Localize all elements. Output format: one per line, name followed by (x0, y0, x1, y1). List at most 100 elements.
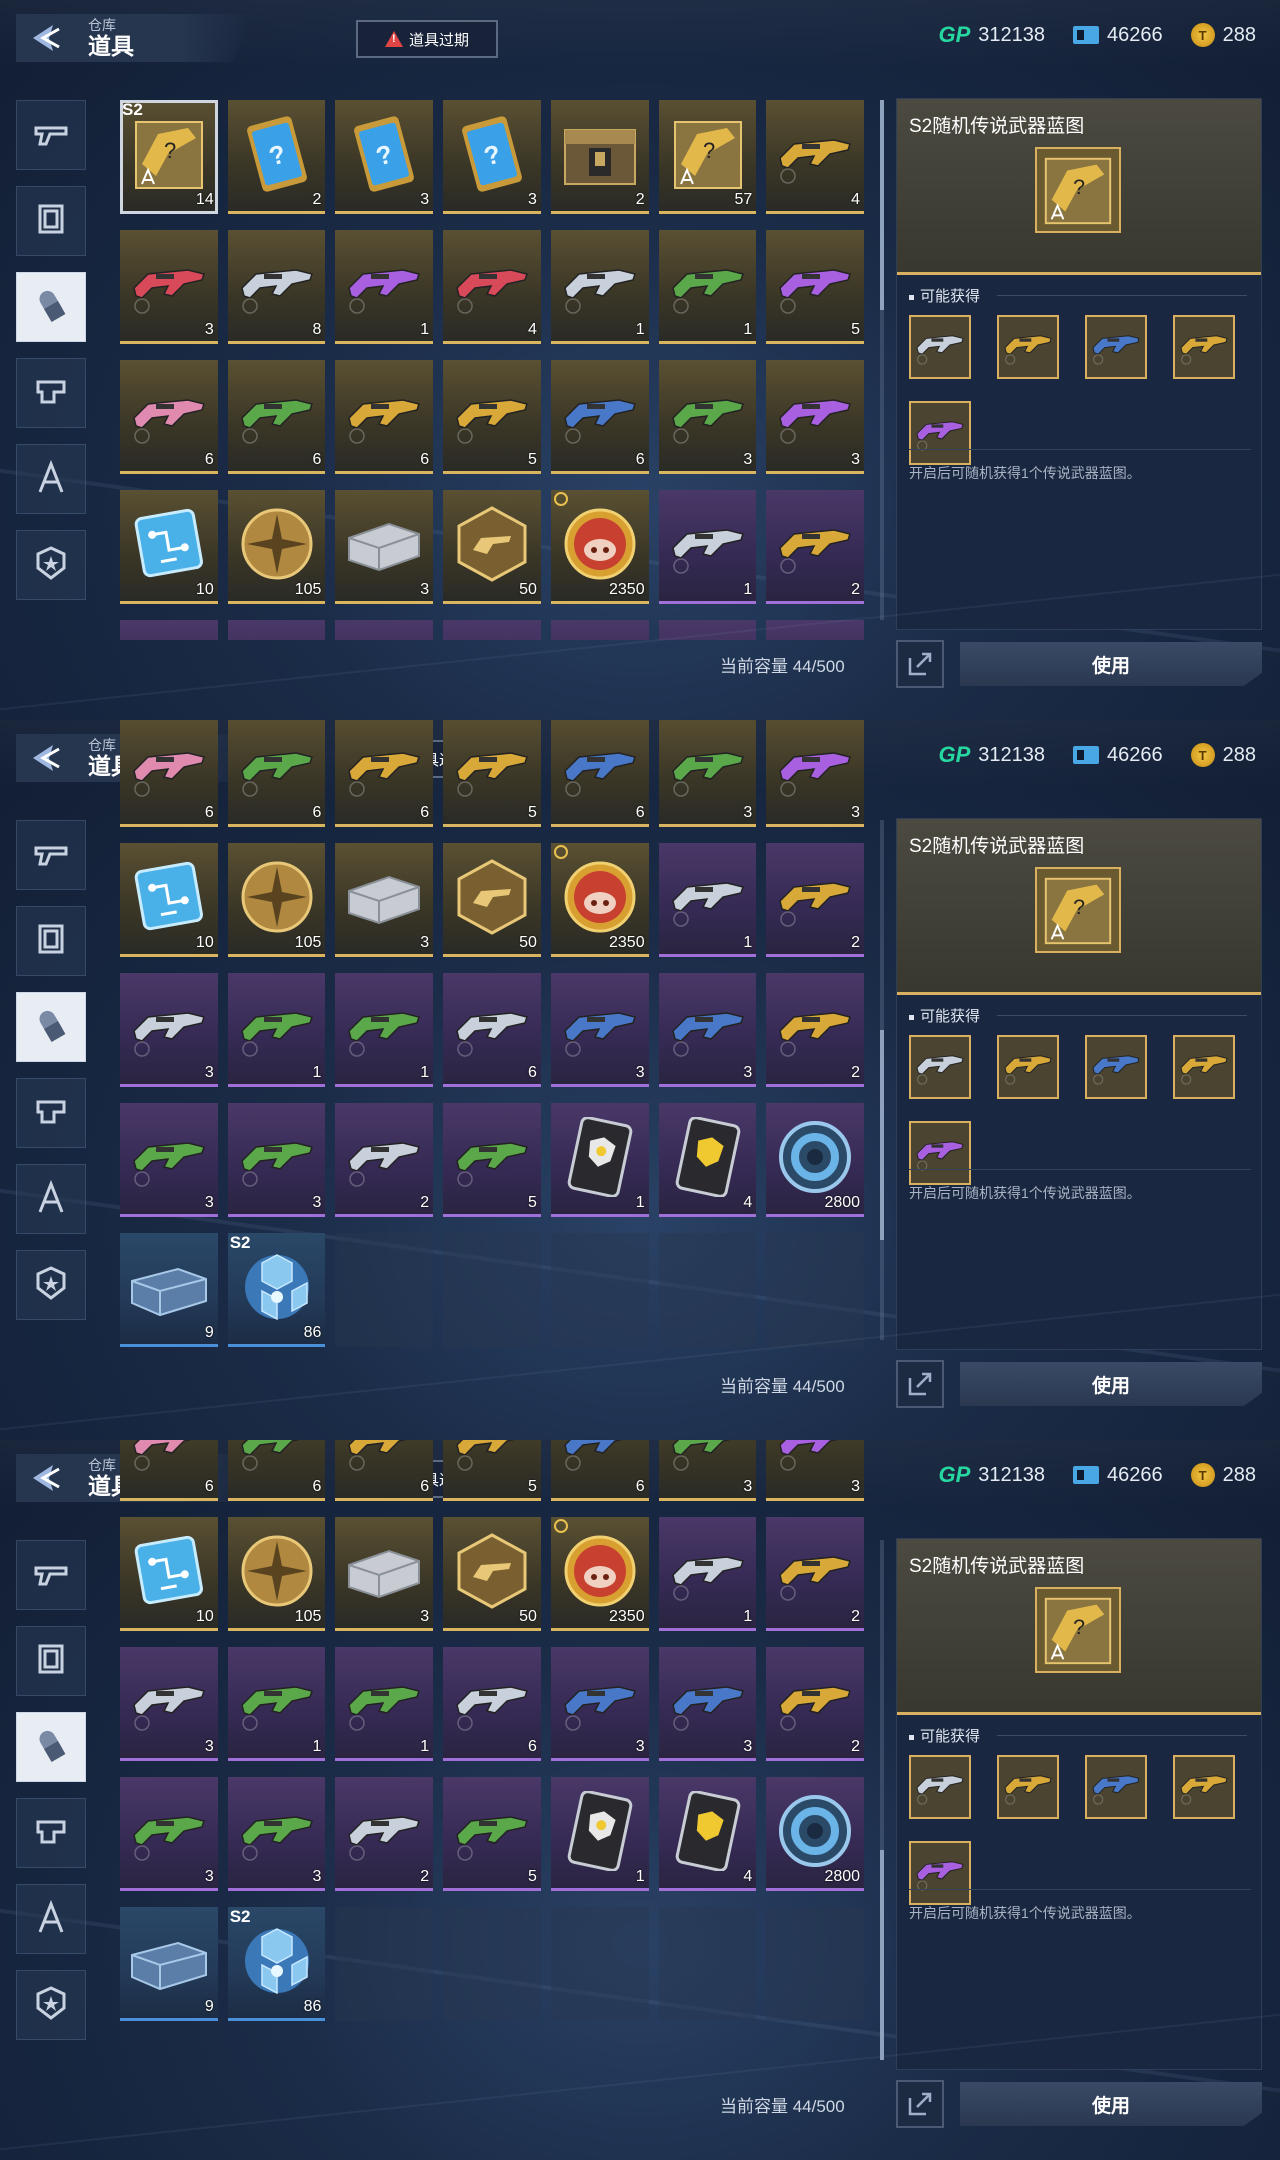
item-slot-rifle-silver[interactable]: 2 (335, 1776, 434, 1891)
scrollbar-thumb[interactable] (880, 1850, 884, 2060)
item-slot-rifle-pink[interactable]: 6 (120, 1440, 218, 1501)
item-slot-hex-badge[interactable]: 50 (443, 843, 541, 958)
item-slot-rifle-gold[interactable]: 5 (443, 1440, 541, 1501)
item-slot-pig-coin[interactable]: 2350 (550, 843, 649, 958)
item-slot-rifle-silver[interactable]: 3 (120, 973, 218, 1088)
item-slot-rifle-green[interactable]: 3 (227, 1103, 326, 1218)
sidebar-tab-armor[interactable] (16, 358, 86, 428)
sidebar-tab-frame[interactable] (16, 906, 86, 976)
sidebar-tab-badge[interactable] (16, 1250, 86, 1320)
item-slot-metal-block[interactable]: 3 (335, 1516, 434, 1631)
item-slot-rifle-green[interactable]: 3 (120, 1776, 218, 1891)
item-slot-rifle-gold[interactable]: 2 (766, 490, 864, 604)
item-slot-orb[interactable]: S2 86 (227, 1906, 326, 2021)
item-slot-rifle-silver[interactable]: 2 (335, 1103, 434, 1218)
item-grid[interactable]: ?S214?2?3?32?574381411566656331010535023… (120, 0, 864, 640)
item-slot-rifle-blue[interactable]: 6 (550, 360, 649, 474)
sidebar-tab-gun[interactable] (16, 820, 86, 890)
obtainable-item[interactable] (997, 1035, 1059, 1099)
grid-scrollbar[interactable] (880, 100, 884, 620)
item-slot-blueprint-box[interactable]: ? 57 (658, 100, 757, 214)
item-slot-rifle-gold[interactable]: 2 (766, 620, 864, 640)
item-slot-rifle-blue[interactable]: 3 (550, 1646, 649, 1761)
item-slot-rifle-green[interactable]: 6 (227, 1440, 326, 1501)
obtainable-item[interactable] (1173, 1755, 1235, 1819)
item-slot-rifle-silver[interactable]: 1 (658, 490, 757, 604)
item-slot-chip[interactable]: 10 (120, 490, 218, 604)
item-slot-rifle-purple[interactable]: 3 (766, 360, 864, 474)
item-slot-medal-cross[interactable]: 105 (227, 1516, 326, 1631)
item-slot-hex-badge[interactable]: 50 (443, 1516, 541, 1631)
sidebar-tab-blueprint[interactable] (16, 1164, 86, 1234)
use-button[interactable]: 使用 (960, 2082, 1262, 2126)
item-slot-rifle-green[interactable]: 3 (227, 1776, 326, 1891)
item-slot-case[interactable]: 9 (120, 1906, 218, 2021)
sidebar-tab-gun[interactable] (16, 1540, 86, 1610)
item-slot-rifle-gold[interactable]: 6 (335, 360, 434, 474)
item-slot-rifle-gold[interactable]: 4 (766, 100, 864, 214)
item-slot-rifle-blue[interactable]: 3 (658, 620, 757, 640)
item-slot-rifle-silver[interactable]: 3 (120, 1646, 218, 1761)
item-slot-rifle-green[interactable]: 1 (227, 973, 326, 1088)
item-slot-rifle-blue[interactable]: 3 (550, 973, 649, 1088)
sidebar-tab-capsule[interactable] (16, 1712, 86, 1782)
item-grid[interactable]: ?S214?2?3?32?574381411566656331010535023… (120, 1440, 864, 2080)
item-slot-rifle-green[interactable]: 5 (443, 1776, 541, 1891)
item-slot-rifle-green[interactable]: 1 (335, 1646, 434, 1761)
item-slot-crate[interactable]: 2 (550, 100, 649, 214)
obtainable-item[interactable] (1173, 1035, 1235, 1099)
use-button[interactable]: 使用 (960, 1362, 1262, 1406)
item-slot-rifle-purple[interactable]: 5 (766, 230, 864, 344)
grid-scrollbar[interactable] (880, 820, 884, 1340)
obtainable-item[interactable] (1085, 1755, 1147, 1819)
item-slot-rifle-green[interactable]: 6 (227, 360, 326, 474)
item-slot-pig-coin[interactable]: 2350 (550, 1516, 649, 1631)
use-button[interactable]: 使用 (960, 642, 1262, 686)
share-button[interactable] (896, 640, 944, 688)
item-slot-rifle-silver[interactable]: 8 (227, 230, 326, 344)
sidebar-tab-frame[interactable] (16, 1626, 86, 1696)
item-slot-pig-coin[interactable]: 2350 (550, 490, 649, 604)
item-slot-rifle-green[interactable]: 3 (658, 360, 757, 474)
item-slot-rifle-blue[interactable]: 6 (550, 1440, 649, 1501)
item-slot-shield-card-y[interactable]: 4 (658, 1103, 757, 1218)
item-slot-shield-card[interactable]: 1 (550, 1103, 649, 1218)
item-slot-rifle-green[interactable]: 3 (658, 1440, 757, 1501)
item-slot-rifle-blue[interactable]: 3 (658, 973, 757, 1088)
obtainable-item[interactable] (1085, 315, 1147, 379)
item-slot-rifle-gold[interactable]: 2 (766, 1516, 864, 1631)
item-slot-rifle-purple[interactable]: 3 (766, 720, 864, 828)
obtainable-item[interactable] (1085, 1035, 1147, 1099)
item-slot-rifle-green[interactable]: 3 (658, 720, 757, 828)
item-slot-rifle-red[interactable]: 4 (443, 230, 541, 344)
item-slot-blueprint-box[interactable]: ? S2 14 (120, 100, 218, 214)
scrollbar-thumb[interactable] (880, 1030, 884, 1240)
item-slot-rifle-green[interactable]: 5 (443, 1103, 541, 1218)
share-button[interactable] (896, 1360, 944, 1408)
item-slot-shield-card-y[interactable]: 4 (658, 1776, 757, 1891)
item-slot-rifle-pink[interactable]: 6 (120, 360, 218, 474)
obtainable-item[interactable] (909, 1121, 971, 1185)
item-slot-rifle-gold[interactable]: 6 (335, 720, 434, 828)
item-slot-ring-coin[interactable]: 2800 (766, 1776, 864, 1891)
item-slot-chip[interactable]: 10 (120, 843, 218, 958)
item-slot-rifle-green[interactable]: 1 (335, 973, 434, 1088)
item-slot-card-blue[interactable]: ? 3 (335, 100, 434, 214)
item-slot-rifle-silver[interactable]: 1 (658, 843, 757, 958)
item-slot-rifle-purple[interactable]: 3 (766, 1440, 864, 1501)
item-slot-shield-card[interactable]: 1 (550, 1776, 649, 1891)
sidebar-tab-armor[interactable] (16, 1078, 86, 1148)
item-slot-rifle-green[interactable]: 1 (658, 230, 757, 344)
item-slot-rifle-gold[interactable]: 5 (443, 720, 541, 828)
sidebar-tab-capsule[interactable] (16, 272, 86, 342)
item-slot-rifle-green[interactable]: 1 (227, 620, 326, 640)
share-button[interactable] (896, 2080, 944, 2128)
item-slot-rifle-silver[interactable]: 6 (443, 973, 541, 1088)
sidebar-tab-frame[interactable] (16, 186, 86, 256)
item-slot-rifle-silver[interactable]: 1 (658, 1516, 757, 1631)
sidebar-tab-gun[interactable] (16, 100, 86, 170)
sidebar-tab-badge[interactable] (16, 1970, 86, 2040)
item-slot-rifle-green[interactable]: 3 (120, 1103, 218, 1218)
scrollbar-thumb[interactable] (880, 100, 884, 310)
obtainable-item[interactable] (909, 1035, 971, 1099)
